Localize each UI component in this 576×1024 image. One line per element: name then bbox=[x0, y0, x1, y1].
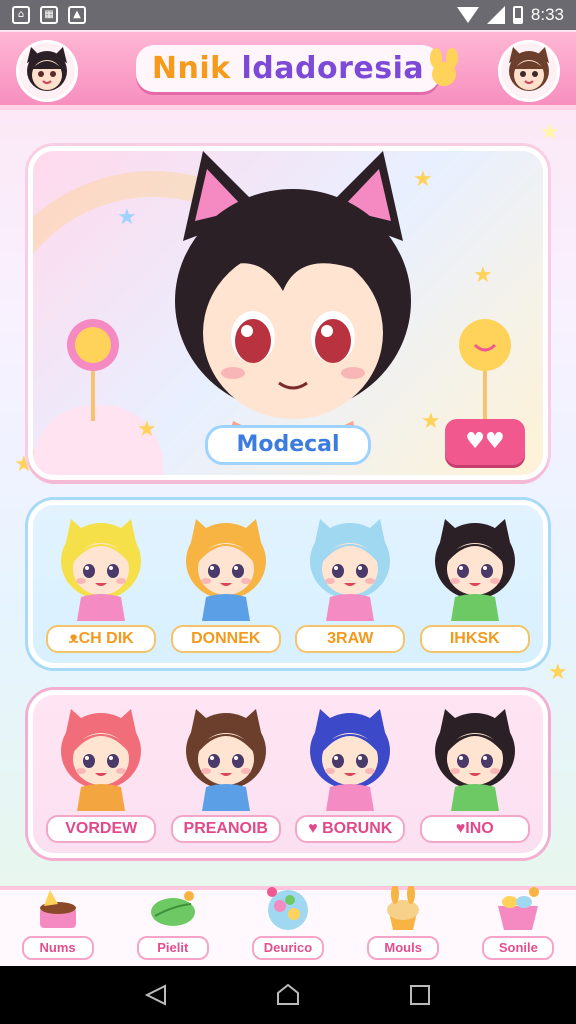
character-card[interactable]: IHKSK bbox=[416, 509, 534, 659]
friend-avatar[interactable] bbox=[498, 40, 560, 102]
status-bar: ⌂ ▦ ▲ 8:33 bbox=[0, 0, 576, 30]
tab-deurico[interactable]: Deurico bbox=[238, 886, 338, 962]
character-name: ♥INO bbox=[419, 815, 530, 843]
cake-icon bbox=[39, 890, 76, 928]
tab-label: Nums bbox=[21, 936, 94, 960]
star-decoration-icon: ★ bbox=[548, 660, 568, 685]
recents-icon[interactable] bbox=[407, 982, 433, 1008]
gumball-icon bbox=[266, 887, 308, 930]
star-decoration-icon: ★ bbox=[540, 120, 560, 145]
back-icon[interactable] bbox=[143, 982, 169, 1008]
featured-character-card[interactable]: ★ ★ ★ ★ ★ Modecal ♥♥ bbox=[28, 146, 548, 480]
character-card[interactable]: DONNEK bbox=[167, 509, 285, 659]
tab-nums[interactable]: Nums bbox=[8, 886, 108, 962]
tab-mouls[interactable]: Mouls bbox=[353, 886, 453, 962]
character-row-2: VORDEW PREANOIB ♥ BORUNK ♥INO bbox=[28, 690, 548, 858]
hearts-icon: ♥♥ bbox=[465, 429, 505, 454]
lollipop-decoration-icon bbox=[67, 319, 119, 421]
app-title: Nnik ldadoresia bbox=[135, 45, 441, 92]
title-part2: ldadoresia bbox=[241, 51, 425, 86]
character-avatar-illustration bbox=[434, 709, 515, 811]
title-part1: Nnik bbox=[151, 51, 231, 86]
character-name: 3RAW bbox=[295, 625, 406, 653]
tab-label: Pielit bbox=[136, 936, 209, 960]
character-name: IHKSK bbox=[419, 625, 530, 653]
character-name: ♥ BORUNK bbox=[295, 815, 406, 843]
star-decoration-icon: ★ bbox=[117, 205, 137, 230]
app-notification-icon: ⌂ bbox=[12, 6, 30, 24]
app-header: Nnik ldadoresia bbox=[0, 32, 576, 110]
tab-label: Mouls bbox=[367, 936, 440, 960]
notification-icons: ⌂ ▦ ▲ bbox=[12, 6, 86, 24]
character-name: PREANOIB bbox=[170, 815, 281, 843]
character-card[interactable]: ♥ BORUNK bbox=[291, 699, 409, 849]
bunny-decoration-icon bbox=[430, 48, 458, 86]
profile-avatar[interactable] bbox=[16, 40, 78, 102]
muffin-icon bbox=[387, 886, 420, 930]
character-avatar-illustration bbox=[185, 709, 266, 811]
signal-icon bbox=[486, 6, 505, 24]
character-name: DONNEK bbox=[170, 625, 281, 653]
character-card[interactable]: 3RAW bbox=[291, 509, 409, 659]
favorite-button[interactable]: ♥♥ bbox=[445, 419, 525, 465]
tab-label: Sonile bbox=[482, 936, 555, 960]
star-decoration-icon: ★ bbox=[473, 263, 493, 288]
tab-pielit[interactable]: Pielit bbox=[123, 886, 223, 962]
home-icon[interactable] bbox=[275, 982, 301, 1008]
character-avatar-illustration bbox=[61, 519, 142, 621]
leaf-icon bbox=[150, 891, 195, 926]
star-decoration-icon: ★ bbox=[137, 417, 157, 442]
character-card[interactable]: ᴥCH DIK bbox=[42, 509, 160, 659]
character-avatar-illustration bbox=[61, 709, 142, 811]
character-avatar-illustration bbox=[185, 519, 266, 621]
clock: 8:33 bbox=[530, 5, 564, 24]
featured-character-illustration bbox=[175, 151, 411, 461]
tab-sonile[interactable]: Sonile bbox=[468, 886, 568, 962]
character-avatar-illustration bbox=[310, 709, 391, 811]
app-notification-icon: ▲ bbox=[68, 6, 86, 24]
battery-icon bbox=[512, 6, 523, 24]
character-name: ᴥCH DIK bbox=[46, 625, 157, 653]
featured-character-label: Modecal bbox=[205, 425, 371, 465]
character-row-1: ᴥCH DIK DONNEK 3RAW IHKSK bbox=[28, 500, 548, 668]
wifi-icon bbox=[456, 7, 479, 23]
calendar-notification-icon: ▦ bbox=[40, 6, 58, 24]
character-card[interactable]: PREANOIB bbox=[167, 699, 285, 849]
tab-label: Deurico bbox=[251, 936, 324, 960]
character-avatar-illustration bbox=[434, 519, 515, 621]
character-avatar-illustration bbox=[310, 519, 391, 621]
bottom-tab-bar: Nums Pielit Deurico Mouls Sonile bbox=[0, 886, 576, 966]
character-card[interactable]: VORDEW bbox=[42, 699, 160, 849]
lollipop-decoration-icon bbox=[459, 319, 511, 421]
basket-icon bbox=[498, 887, 540, 930]
star-decoration-icon: ★ bbox=[421, 409, 441, 434]
system-navigation-bar bbox=[0, 966, 576, 1024]
character-card[interactable]: ♥INO bbox=[416, 699, 534, 849]
character-name: VORDEW bbox=[46, 815, 157, 843]
